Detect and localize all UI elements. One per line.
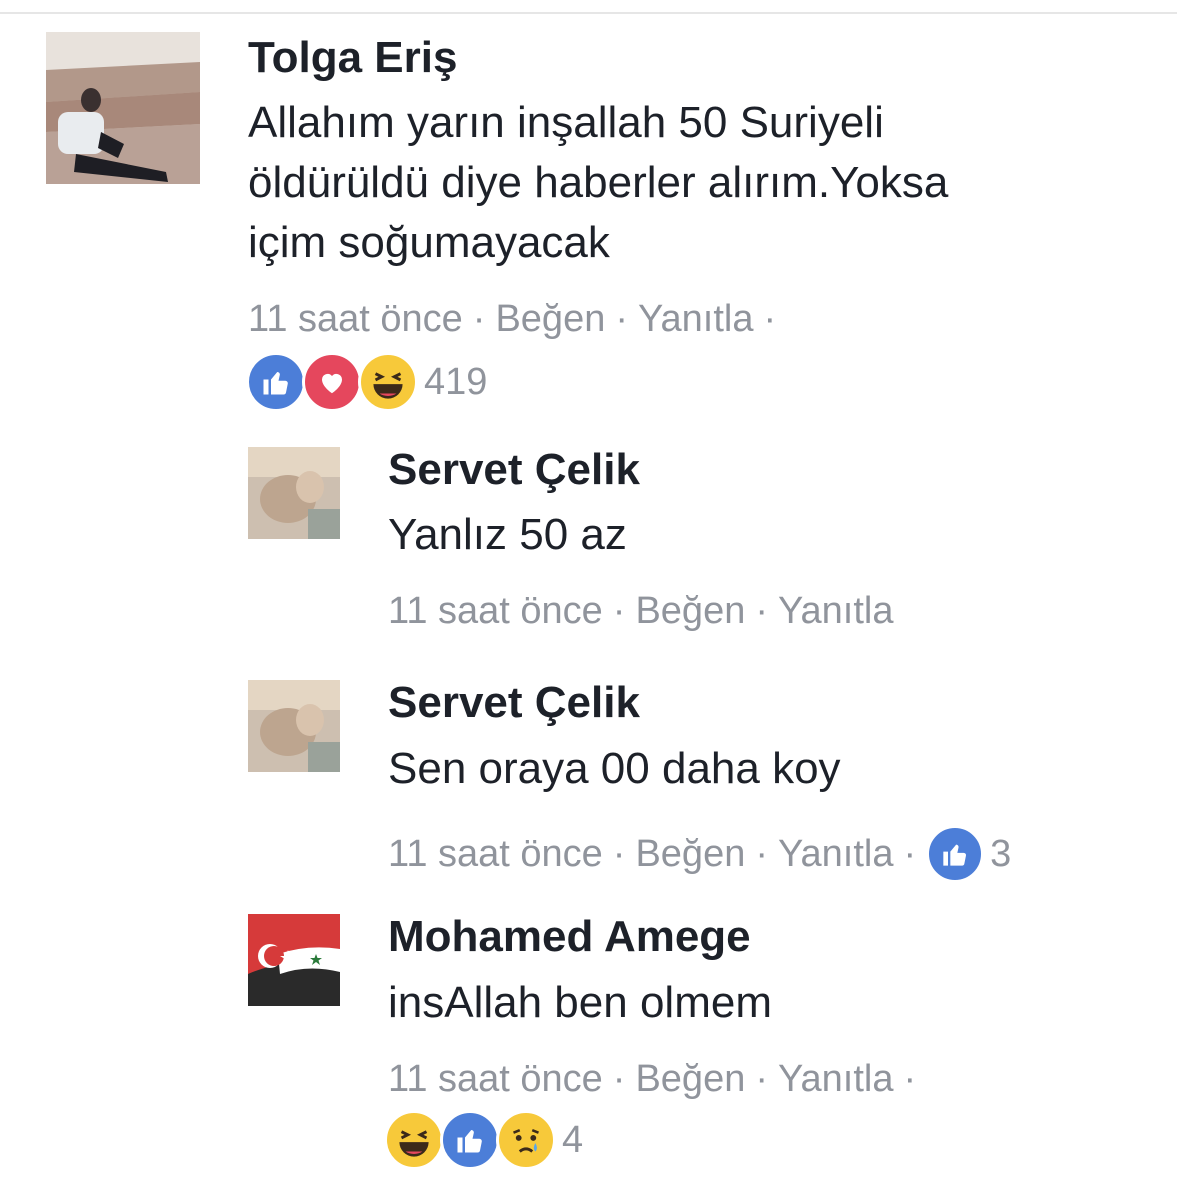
separator-dot: · xyxy=(755,590,768,632)
separator-dot: · xyxy=(755,1058,768,1100)
separator-dot: · xyxy=(612,590,626,632)
reaction-summary[interactable]: 4 xyxy=(384,1110,583,1170)
like-link[interactable]: Beğen xyxy=(635,590,745,633)
timestamp[interactable]: 11 saat önce xyxy=(388,1058,603,1101)
separator-dot: · xyxy=(612,832,626,875)
like-icon xyxy=(926,825,985,883)
separator-dot: · xyxy=(615,298,628,340)
reaction-count: 4 xyxy=(562,1118,584,1161)
reaction-summary[interactable]: 3 xyxy=(926,825,1011,883)
reply-link[interactable]: Yanıtla xyxy=(778,833,893,876)
comment-text-line: içim soğumayacak xyxy=(248,218,610,267)
avatar[interactable] xyxy=(248,680,340,772)
comment-text-line: Yanlız 50 az xyxy=(388,510,627,559)
comment-meta: 11 saat önce · Beğen · Yanıtla · xyxy=(388,1058,926,1101)
author-name[interactable]: Servet Çelik xyxy=(388,678,640,728)
like-link[interactable]: Beğen xyxy=(635,1058,745,1101)
comment-meta: 11 saat önce · Beğen · Yanıtla · xyxy=(248,298,786,341)
comment-text-line: insAllah ben olmem xyxy=(388,978,772,1027)
timestamp[interactable]: 11 saat önce xyxy=(388,833,603,876)
author-name[interactable]: Mohamed Amege xyxy=(388,912,751,962)
separator-dot: · xyxy=(755,832,768,875)
comment-text-line: Allahım yarın inşallah 50 Suriyeli xyxy=(248,98,884,147)
love-icon xyxy=(302,352,362,412)
separator-dot: · xyxy=(763,298,777,340)
like-link[interactable]: Beğen xyxy=(495,298,605,341)
comment-meta: 11 saat önce · Beğen · Yanıtla xyxy=(388,590,893,633)
timestamp[interactable]: 11 saat önce xyxy=(388,590,603,633)
separator-dot: · xyxy=(903,832,917,875)
separator-dot: · xyxy=(472,298,486,340)
reply-link[interactable]: Yanıtla xyxy=(778,590,893,633)
author-name[interactable]: Servet Çelik xyxy=(388,445,640,495)
timestamp[interactable]: 11 saat önce xyxy=(248,298,463,341)
avatar[interactable] xyxy=(248,914,340,1006)
sad-icon xyxy=(496,1110,556,1170)
like-icon xyxy=(246,352,306,412)
top-divider xyxy=(0,12,1177,14)
haha-icon xyxy=(358,352,418,412)
separator-dot: · xyxy=(612,1058,626,1100)
separator-dot: · xyxy=(903,1058,917,1100)
like-icon xyxy=(440,1110,500,1170)
reaction-count: 419 xyxy=(424,360,488,403)
avatar[interactable] xyxy=(248,447,340,539)
like-link[interactable]: Beğen xyxy=(635,833,745,876)
haha-icon xyxy=(384,1110,444,1170)
reply-link[interactable]: Yanıtla xyxy=(778,1058,893,1101)
reaction-count: 3 xyxy=(990,832,1012,875)
author-name[interactable]: Tolga Eriş xyxy=(248,33,457,83)
reaction-summary[interactable]: 419 xyxy=(246,352,487,412)
avatar[interactable] xyxy=(46,32,200,184)
comment-text-line: öldürüldü diye haberler alırım.Yoksa xyxy=(248,158,949,207)
comment-text-line: Sen oraya 00 daha koy xyxy=(388,744,841,793)
reply-link[interactable]: Yanıtla xyxy=(638,298,753,341)
comment-meta: 11 saat önce · Beğen · Yanıtla · 3 xyxy=(388,825,1011,883)
